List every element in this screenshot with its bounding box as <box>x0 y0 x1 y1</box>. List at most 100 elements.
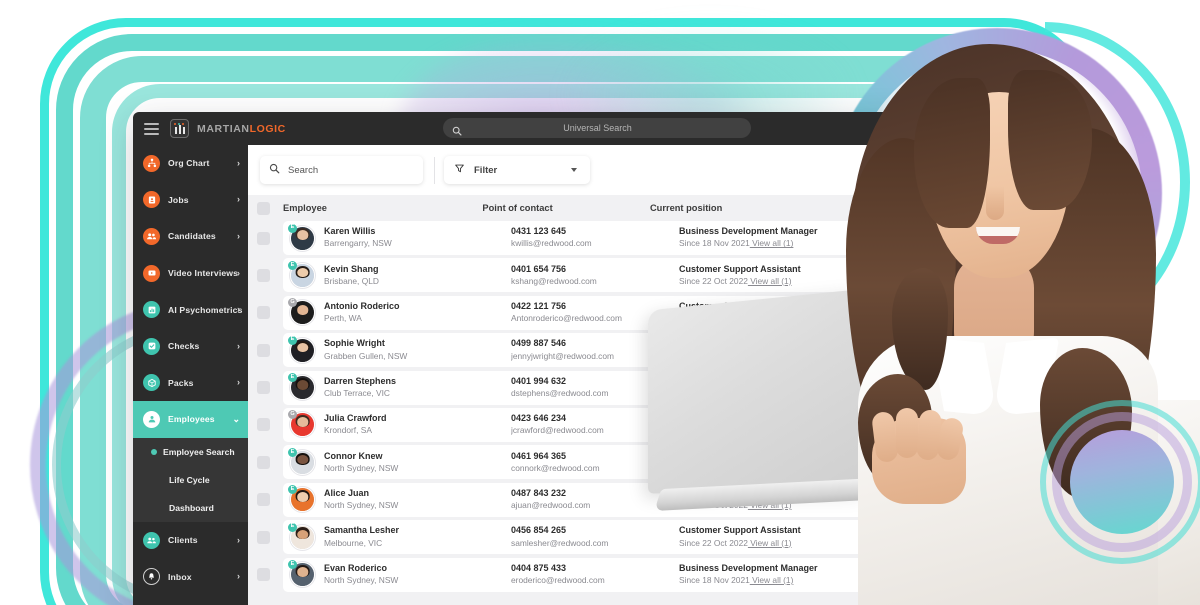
contact-cell-secondary: ajuan@redwood.com <box>511 500 591 511</box>
row-checkbox[interactable] <box>257 530 270 544</box>
contact-cell: 0422 121 756 Antonroderico@redwood.com <box>511 301 679 325</box>
application-window: MARTIANLOGIC Universal Search Org Chart … <box>133 112 973 605</box>
search-icon <box>452 123 462 136</box>
chart-bar-icon <box>143 301 160 319</box>
avatar: E <box>288 447 315 475</box>
avatar: E <box>288 335 315 363</box>
position-cell-secondary: Since 18 Nov 2021 View all (1) <box>679 425 794 436</box>
position-cell-primary: Business Development Manager <box>679 450 818 461</box>
contact-cell: 0487 843 232 ajuan@redwood.com <box>511 488 679 512</box>
chevron-down-icon: ⌄ <box>232 413 240 424</box>
row-card: E Karen Willis Barrengarry, NSW 0431 123 64… <box>283 221 973 255</box>
table-row[interactable]: E Kevin Shang Brisbane, QLD 0401 654 756 ksh… <box>257 258 973 293</box>
table-body: E Karen Willis Barrengarry, NSW 0431 123 64… <box>248 221 973 605</box>
search-input[interactable]: Search <box>260 156 423 184</box>
position-cell-secondary: Since 18 Nov 2021 View all (1) <box>679 350 794 361</box>
table-header-row: Employee Point of contact Current positi… <box>248 195 973 221</box>
sidebar-item-ai-psychometrics[interactable]: AI Psychometrics › <box>133 291 248 328</box>
video-play-icon <box>143 264 160 282</box>
employee-cell-secondary: Perth, WA <box>324 313 362 324</box>
sidebar-item-inbox[interactable]: Inbox › <box>133 558 248 595</box>
position-cell: Customer Support Assistant Since 22 Oct 2… <box>679 488 883 512</box>
view-all-link[interactable]: View all (1) <box>750 388 793 398</box>
table-row[interactable]: E Evan Roderico North Sydney, NSW 0404 875 … <box>257 557 973 592</box>
table-row[interactable]: E Connor Knew North Sydney, NSW 0461 964 36… <box>257 445 973 480</box>
employee-cell: Sophie Wright Grabben Gullen, NSW <box>324 338 511 362</box>
active-dot-icon <box>151 448 157 455</box>
contact-cell: 0431 123 645 kwillis@redwood.com <box>511 226 679 250</box>
chevron-right-icon: › <box>237 157 240 168</box>
sidebar-item-packs[interactable]: Packs › <box>133 365 248 402</box>
sidebar-subitem-employee-search[interactable]: Employee Search <box>133 438 248 466</box>
table-row[interactable]: E Darren Stephens Club Terrace, VIC 0401 99… <box>257 370 973 405</box>
view-all-link[interactable]: View all (1) <box>750 463 793 473</box>
view-all-link[interactable]: View all (1) <box>748 538 791 548</box>
row-card: E Alice Juan North Sydney, NSW 0487 843 232… <box>283 482 973 517</box>
position-cell-primary: Customer Support Assistant <box>679 300 801 311</box>
position-cell: Customer Support Assistant Since 22 Oct 2… <box>679 525 883 549</box>
sidebar-item-candidates[interactable]: Candidates › <box>133 218 248 255</box>
table-row[interactable]: E Samantha Lesher Melbourne, VIC 0456 854 2… <box>257 520 973 555</box>
row-checkbox[interactable] <box>257 381 270 395</box>
contact-cell-primary: 0401 654 756 <box>511 263 567 274</box>
contact-cell-secondary: kwillis@redwood.com <box>511 238 592 249</box>
sidebar-subitem-label: Dashboard <box>169 502 214 513</box>
position-cell: Business Development Manager Since 18 Nov… <box>679 413 883 437</box>
sidebar-item-clients[interactable]: Clients › <box>133 522 248 559</box>
decor-orb-teal-halo <box>1040 400 1200 564</box>
decor-orb-purple-halo <box>1052 412 1192 552</box>
view-all-link[interactable]: View all (1) <box>748 276 791 286</box>
employee-cell-primary: Antonio Roderico <box>324 300 400 311</box>
column-header-current-position: Current position <box>649 203 723 213</box>
view-all-link[interactable]: View all (1) <box>750 238 793 248</box>
row-card: E Kevin Shang Brisbane, QLD 0401 654 756 ksh… <box>283 258 973 293</box>
clients-group-icon <box>143 531 160 549</box>
brand-name-primary: MARTIAN <box>197 122 250 135</box>
next-cell <box>883 312 973 313</box>
sidebar-subitem-life-cycle[interactable]: Life Cycle <box>133 466 248 494</box>
table-row[interactable]: E Sophie Wright Grabben Gullen, NSW 0499 88… <box>257 333 973 368</box>
table-row[interactable]: E Alice Juan North Sydney, NSW 0487 843 232… <box>257 482 973 517</box>
next-cell <box>883 350 973 351</box>
row-checkbox[interactable] <box>257 343 270 357</box>
view-all-link[interactable]: View all (1) <box>748 313 791 323</box>
table-row[interactable]: G Julia Crawford Krondorf, SA 0423 646 234 j… <box>257 407 973 442</box>
contact-cell-primary: 0431 123 645 <box>511 226 567 237</box>
universal-search-input[interactable]: Universal Search <box>443 118 751 138</box>
sidebar-item-org-chart[interactable]: Org Chart › <box>133 145 248 182</box>
filter-dropdown[interactable]: Filter <box>444 156 590 184</box>
sidebar-item-checks[interactable]: Checks › <box>133 328 248 365</box>
sidebar-item-label: Org Chart <box>168 158 210 169</box>
row-checkbox[interactable] <box>257 455 270 469</box>
next-cell: Jr Sa <box>883 568 973 580</box>
sidebar-item-jobs[interactable]: Jobs › <box>133 182 248 219</box>
select-all-checkbox[interactable] <box>257 201 270 215</box>
box-icon <box>143 374 160 392</box>
row-checkbox[interactable] <box>257 418 270 432</box>
sidebar-subnav-employees: Employee Search Life Cycle Dashboard <box>133 437 248 522</box>
employee-cell-secondary: Grabben Gullen, NSW <box>324 350 408 361</box>
view-all-link[interactable]: View all (1) <box>750 425 793 435</box>
row-checkbox[interactable] <box>257 493 270 507</box>
view-all-link[interactable]: View all (1) <box>750 575 793 585</box>
table-row[interactable]: G Antonio Roderico Perth, WA 0422 121 756 An… <box>257 295 973 330</box>
position-cell-secondary: Since 18 Nov 2021 View all (1) <box>679 574 794 585</box>
employee-cell-primary: Julia Crawford <box>324 413 387 424</box>
view-all-link[interactable]: View all (1) <box>748 500 791 510</box>
sidebar-item-video-interviews[interactable]: Video Interviews › <box>133 255 248 292</box>
position-cell-secondary: Since 22 Oct 2022 View all (1) <box>679 537 792 548</box>
sidebar-item-employees[interactable]: Employees ⌄ <box>133 401 248 438</box>
row-checkbox[interactable] <box>257 568 270 582</box>
contact-cell-secondary: samlesher@redwood.com <box>511 537 609 548</box>
row-checkbox[interactable] <box>257 268 270 282</box>
sidebar-subitem-dashboard[interactable]: Dashboard <box>133 494 248 522</box>
table-row[interactable]: E Karen Willis Barrengarry, NSW 0431 123 64… <box>257 221 973 255</box>
hamburger-menu-icon[interactable] <box>144 122 159 135</box>
row-checkbox[interactable] <box>257 231 270 245</box>
brand-wordmark: MARTIANLOGIC <box>197 123 286 135</box>
row-checkbox[interactable] <box>257 306 270 320</box>
brand-name-accent: LOGIC <box>249 122 286 135</box>
avatar: E <box>288 522 315 550</box>
bell-icon <box>143 568 160 586</box>
view-all-link[interactable]: View all (1) <box>750 351 793 361</box>
